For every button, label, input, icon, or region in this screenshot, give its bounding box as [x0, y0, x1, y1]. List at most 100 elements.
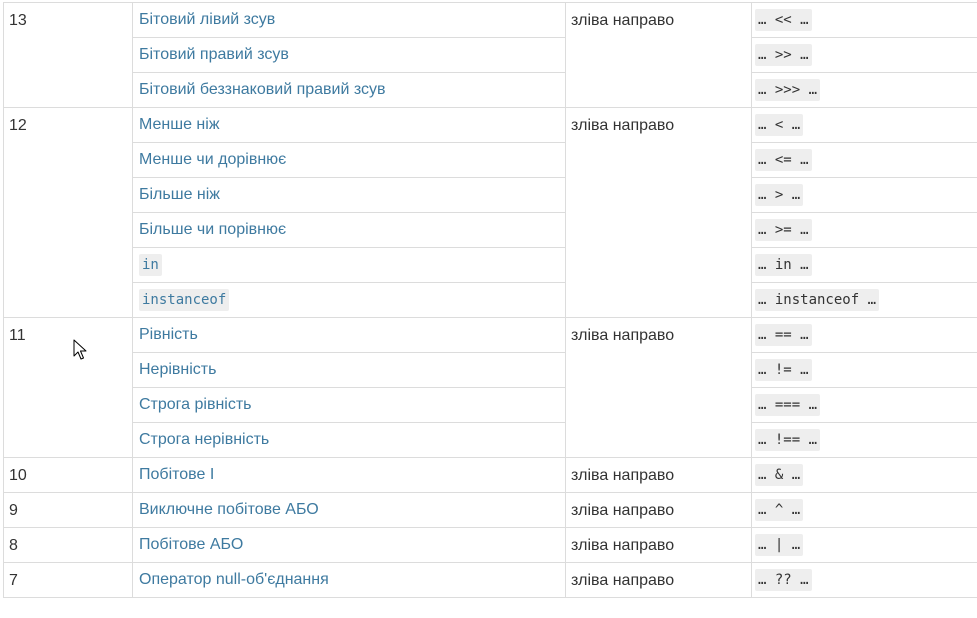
operator-link[interactable]: Бітовий беззнаковий правий зсув: [139, 81, 386, 98]
operator-name-cell: Побітове АБО: [132, 527, 566, 563]
associativity-cell: зліва направо: [565, 562, 752, 598]
associativity-cell: зліва направо: [565, 457, 752, 493]
table-row: 12 Менше ніж зліва направо… < …: [3, 107, 977, 318]
operator-name-cell: instanceof: [132, 282, 566, 318]
table-row: Бітовий правий зсув … >> …: [4, 37, 977, 73]
precedence-cell: 8: [3, 527, 133, 563]
operator-syntax-code: … instanceof …: [755, 289, 880, 311]
operator-name-cell: Нерівність: [132, 352, 566, 388]
operator-name-cell: Бітовий беззнаковий правий зсув: [132, 72, 566, 108]
syntax-cell: … << …: [751, 2, 977, 38]
table-row: instanceof … instanceof …: [4, 282, 977, 318]
precedence-cell: 12: [3, 107, 133, 318]
syntax-cell: … ^ …: [751, 492, 977, 528]
syntax-cell: … >>> …: [751, 72, 977, 108]
operator-link[interactable]: Строга нерівність: [139, 431, 269, 448]
operator-link[interactable]: Менше ніж: [139, 116, 220, 133]
operator-name-cell: Побітове І: [132, 457, 566, 493]
table-row: Менше чи дорівнює … <= …: [4, 142, 977, 178]
table-row: 11 Рівність зліва направо… == …: [3, 317, 977, 458]
operator-name-cell: Менше ніж: [132, 107, 566, 143]
operator-link[interactable]: in: [139, 254, 162, 276]
syntax-cell: … <= …: [751, 142, 977, 178]
syntax-cell: … != …: [751, 352, 977, 388]
operator-name-cell: Виключне побітове АБО: [132, 492, 566, 528]
syntax-cell: … >= …: [751, 212, 977, 248]
precedence-cell: 7: [3, 562, 133, 598]
syntax-cell: … in …: [751, 247, 977, 283]
operator-name-code: instanceof: [139, 289, 230, 311]
operator-syntax-code: … < …: [755, 114, 804, 136]
table-row: Строга нерівність … !== …: [4, 422, 977, 458]
table-row: 13 Бітовий лівий зсув зліва направо… << …: [3, 2, 977, 108]
operator-link[interactable]: Менше чи дорівнює: [139, 151, 286, 168]
syntax-cell: … instanceof …: [751, 282, 977, 318]
precedence-cell: 10: [3, 457, 133, 493]
table-row: Бітовий беззнаковий правий зсув … >>> …: [4, 72, 977, 108]
operator-syntax-code: … >= …: [755, 219, 812, 241]
operator-name-cell: Рівність: [132, 317, 566, 353]
operator-name-cell: Менше чи дорівнює: [132, 142, 566, 178]
table-row: Більше ніж … > …: [4, 177, 977, 213]
syntax-cell: … | …: [751, 527, 977, 563]
operator-name-cell: Бітовий правий зсув: [132, 37, 566, 73]
operator-link[interactable]: Бітовий правий зсув: [139, 46, 289, 63]
syntax-cell: … !== …: [751, 422, 977, 458]
operator-syntax-code: … ^ …: [755, 499, 804, 521]
syntax-cell: … >> …: [751, 37, 977, 73]
operator-syntax-code: … & …: [755, 464, 804, 486]
operator-name-cell: Більше ніж: [132, 177, 566, 213]
operator-link[interactable]: Виключне побітове АБО: [139, 501, 319, 518]
operator-syntax-code: … == …: [755, 324, 812, 346]
associativity-cell: зліва направо: [565, 107, 752, 318]
operator-link[interactable]: Більше чи порівнює: [139, 221, 286, 238]
operator-link[interactable]: Оператор null-об'єднання: [139, 571, 329, 588]
operator-syntax-code: … > …: [755, 184, 804, 206]
associativity-cell: зліва направо: [565, 2, 752, 108]
table-row: 10 Побітове І зліва направо… & …: [3, 457, 977, 493]
syntax-cell: … ?? …: [751, 562, 977, 598]
syntax-cell: … & …: [751, 457, 977, 493]
operator-syntax-code: … >> …: [755, 44, 812, 66]
operator-syntax-code: … << …: [755, 9, 812, 31]
operator-name-code: in: [139, 254, 162, 276]
operator-link[interactable]: instanceof: [139, 289, 230, 311]
operator-link[interactable]: Побітове АБО: [139, 536, 243, 553]
table-row: in … in …: [4, 247, 977, 283]
table-row: Строга рівність … === …: [4, 387, 977, 423]
syntax-cell: … == …: [751, 317, 977, 353]
associativity-cell: зліва направо: [565, 492, 752, 528]
operator-precedence-table: 13 Бітовий лівий зсув зліва направо… << … Б…: [3, 2, 977, 598]
syntax-cell: … < …: [751, 107, 977, 143]
table-row: 9 Виключне побітове АБО зліва направо… ^ …: [3, 492, 977, 528]
table-row: 7 Оператор null-об'єднання зліва направо… …: [3, 562, 977, 598]
operator-syntax-code: … <= …: [755, 149, 812, 171]
operator-syntax-code: … >>> …: [755, 79, 821, 101]
precedence-cell: 13: [3, 2, 133, 108]
syntax-cell: … === …: [751, 387, 977, 423]
operator-name-cell: Бітовий лівий зсув: [132, 2, 566, 38]
operator-link[interactable]: Строга рівність: [139, 396, 252, 413]
associativity-cell: зліва направо: [565, 527, 752, 563]
operator-syntax-code: … ?? …: [755, 569, 812, 591]
operator-link[interactable]: Побітове І: [139, 466, 214, 483]
operator-name-cell: Оператор null-об'єднання: [132, 562, 566, 598]
precedence-cell: 11: [3, 317, 133, 458]
syntax-cell: … > …: [751, 177, 977, 213]
operator-link[interactable]: Бітовий лівий зсув: [139, 11, 275, 28]
operator-name-cell: in: [132, 247, 566, 283]
table-row: Більше чи порівнює … >= …: [4, 212, 977, 248]
operator-syntax-code: … != …: [755, 359, 812, 381]
precedence-cell: 9: [3, 492, 133, 528]
table-row: Нерівність … != …: [4, 352, 977, 388]
associativity-cell: зліва направо: [565, 317, 752, 458]
operator-link[interactable]: Рівність: [139, 326, 198, 343]
operator-link[interactable]: Більше ніж: [139, 186, 220, 203]
operator-name-cell: Строга нерівність: [132, 422, 566, 458]
table-row: 8 Побітове АБО зліва направо… | …: [3, 527, 977, 563]
operator-link[interactable]: Нерівність: [139, 361, 216, 378]
operator-syntax-code: … | …: [755, 534, 804, 556]
operator-syntax-code: … === …: [755, 394, 821, 416]
table-body: 13 Бітовий лівий зсув зліва направо… << … Б…: [3, 2, 977, 598]
operator-syntax-code: … !== …: [755, 429, 821, 451]
